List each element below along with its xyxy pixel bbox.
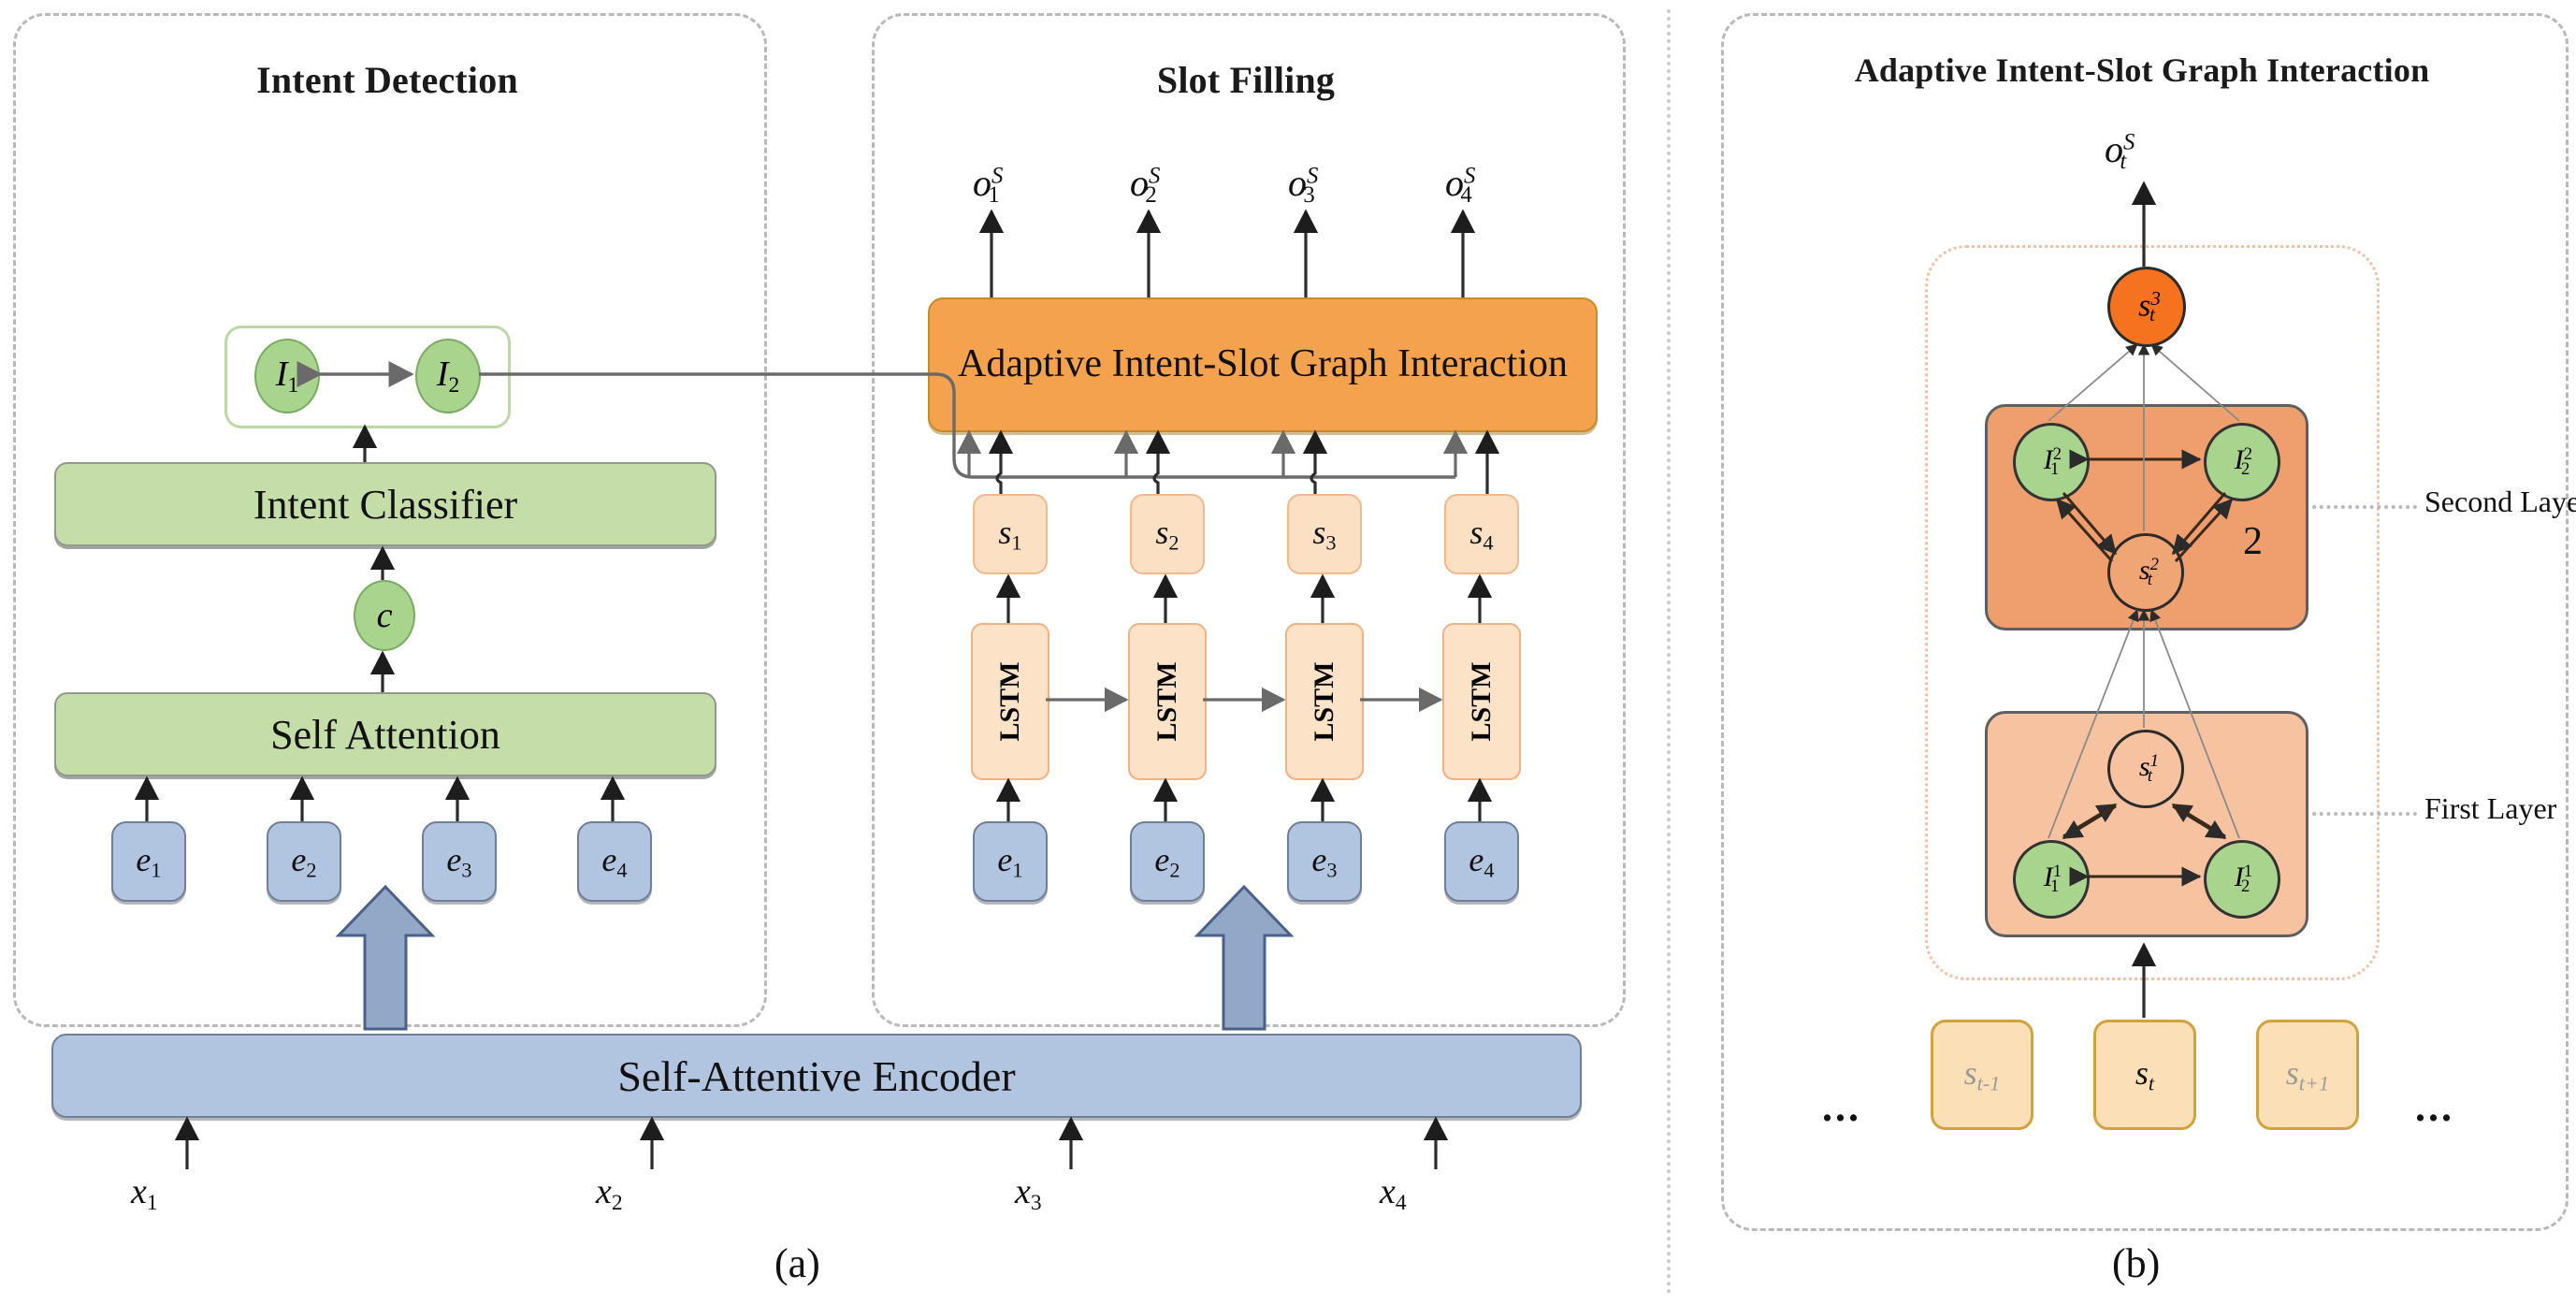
intent-node-I1-label: I1	[275, 354, 299, 398]
adaptive-interaction-label: Adaptive Intent-Slot Graph Interaction	[958, 342, 1568, 386]
first-layer-intent-node-I1: I11	[2013, 840, 2090, 919]
encoder-input-x2: x2	[596, 1172, 623, 1216]
encoder-input-x4: x4	[1380, 1172, 1407, 1216]
lstm-cell-2: LSTM	[1128, 623, 1207, 780]
context-node-label: c	[376, 596, 393, 635]
lstm-cell-4-label: LSTM	[1466, 661, 1497, 742]
second-layer-slot-node-s2: s2t	[2107, 533, 2184, 612]
second-layer-leader-line	[2312, 505, 2417, 509]
first-layer-intent-node-I2: I12	[2204, 840, 2280, 919]
adaptive-interaction-block: Adaptive Intent-Slot Graph Interaction	[928, 297, 1598, 432]
intent-classifier-block: Intent Classifier	[54, 462, 716, 546]
slot-output-o2: oS2	[1130, 162, 1161, 209]
slot-node-s4: s4	[1444, 494, 1519, 574]
lstm-cell-1: LSTM	[971, 623, 1049, 780]
slot-node-s2: s2	[1130, 494, 1205, 574]
self-attention-label: Self Attention	[270, 711, 500, 758]
slot-filling-title: Slot Filling	[1156, 59, 1336, 101]
graph-top-slot-node-s3: s3t	[2107, 267, 2186, 347]
first-layer-label: First Layer	[2424, 791, 2557, 825]
intent-node-I1: I1	[254, 339, 320, 413]
lstm-cell-2-label: LSTM	[1151, 661, 1182, 742]
slot-output-o4: oS4	[1445, 162, 1476, 209]
panel-a-caption: (a)	[774, 1240, 820, 1286]
slot-output-o1: oS1	[973, 162, 1004, 209]
slot-embedding-e1: e1	[973, 821, 1048, 902]
intent-node-I2-label: I2	[436, 354, 460, 398]
token-current: st	[2093, 1020, 2196, 1130]
slot-node-s3: s3	[1287, 494, 1362, 574]
slot-output-o3: oS3	[1288, 162, 1319, 209]
first-layer-slot-node-s1: s1t	[2107, 730, 2184, 808]
self-attention-block: Self Attention	[54, 692, 716, 776]
slot-embedding-e2: e2	[1130, 821, 1205, 902]
panel-b-caption: (b)	[2112, 1240, 2161, 1286]
intent-classifier-label: Intent Classifier	[253, 481, 518, 528]
intent-embedding-e2: e2	[267, 821, 341, 902]
tokens-right-ellipsis: ...	[2415, 1084, 2454, 1130]
lstm-cell-3: LSTM	[1285, 623, 1364, 780]
second-layer-badge: 2	[2243, 520, 2263, 563]
self-attentive-encoder-label: Self-Attentive Encoder	[617, 1051, 1016, 1100]
encoder-input-x3: x3	[1015, 1172, 1042, 1216]
graph-output-node-label: oSt	[2105, 128, 2135, 175]
encoder-input-x1: x1	[131, 1172, 158, 1216]
second-layer-label: Second Layer	[2424, 485, 2576, 518]
lstm-cell-1-label: LSTM	[994, 661, 1025, 742]
intent-embedding-e1: e1	[111, 821, 186, 902]
tokens-left-ellipsis: ...	[1822, 1084, 1861, 1130]
figure-root: Intent Detection Slot Filling Adaptive I…	[0, 0, 2576, 1304]
lstm-cell-4: LSTM	[1442, 623, 1521, 780]
second-layer-intent-node-I2: I22	[2204, 423, 2280, 501]
context-node-c: c	[354, 580, 415, 651]
first-layer-leader-line	[2312, 812, 2417, 816]
lstm-cell-3-label: LSTM	[1309, 661, 1339, 742]
second-layer-intent-node-I1: I21	[2013, 423, 2090, 501]
intent-embedding-e3: e3	[422, 821, 497, 902]
graph-interaction-title: Adaptive Intent-Slot Graph Interaction	[1854, 51, 2430, 89]
slot-embedding-e4: e4	[1444, 821, 1519, 902]
token-next: st+1	[2256, 1020, 2359, 1130]
slot-node-s1: s1	[973, 494, 1048, 574]
intent-embedding-e4: e4	[577, 821, 652, 902]
intent-detection-title: Intent Detection	[256, 59, 518, 101]
slot-embedding-e3: e3	[1287, 821, 1362, 902]
panel-divider	[1667, 9, 1671, 1295]
token-prev: st-1	[1931, 1020, 2033, 1130]
intent-node-I2: I2	[415, 339, 481, 413]
self-attentive-encoder-block: Self-Attentive Encoder	[51, 1034, 1582, 1118]
